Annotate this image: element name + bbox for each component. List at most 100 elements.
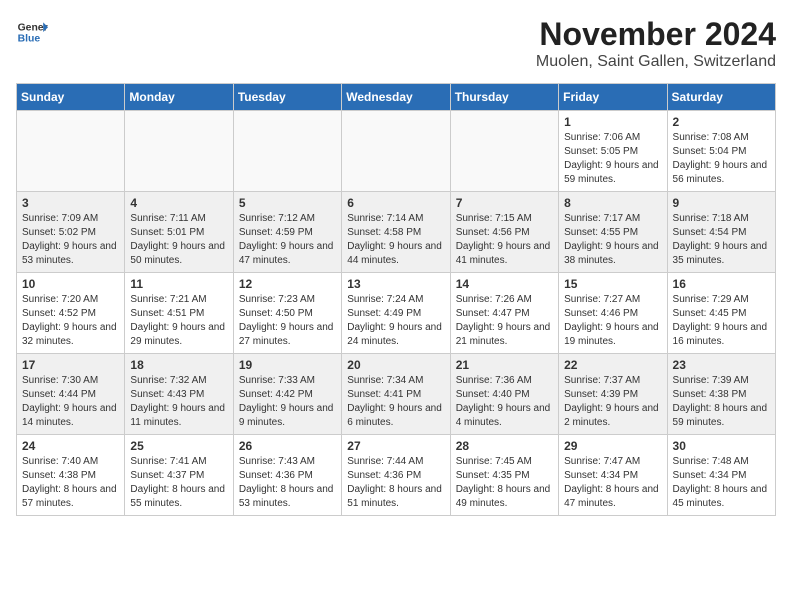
calendar-cell: 30 Sunrise: 7:48 AM Sunset: 4:34 PM Dayli… <box>667 435 775 516</box>
day-number: 7 <box>456 196 553 210</box>
page-header: General Blue November 2024 Muolen, Saint… <box>16 16 776 71</box>
calendar-cell: 28 Sunrise: 7:45 AM Sunset: 4:35 PM Dayli… <box>450 435 558 516</box>
day-number: 22 <box>564 358 661 372</box>
day-info: Sunrise: 7:32 AM Sunset: 4:43 PM Dayligh… <box>130 374 227 430</box>
logo: General Blue <box>16 16 48 48</box>
day-number: 29 <box>564 439 661 453</box>
title-section: November 2024 Muolen, Saint Gallen, Swit… <box>536 16 776 71</box>
day-info: Sunrise: 7:47 AM Sunset: 4:34 PM Dayligh… <box>564 455 661 511</box>
day-number: 2 <box>673 115 770 129</box>
calendar-cell: 21Sunrise: 7:36 AM Sunset: 4:40 PM Dayli… <box>450 354 558 435</box>
day-info: Sunrise: 7:33 AM Sunset: 4:42 PM Dayligh… <box>239 374 336 430</box>
calendar-cell: 19 Sunrise: 7:33 AM Sunset: 4:42 PM Dayli… <box>233 354 341 435</box>
calendar-cell <box>233 111 341 192</box>
day-info: Sunrise: 7:44 AM Sunset: 4:36 PM Dayligh… <box>347 455 444 511</box>
day-number: 13 <box>347 277 444 291</box>
calendar-cell: 20 Sunrise: 7:34 AM Sunset: 4:41 PM Dayli… <box>342 354 450 435</box>
calendar-cell: 26 Sunrise: 7:43 AM Sunset: 4:36 PM Dayli… <box>233 435 341 516</box>
calendar-cell: 27 Sunrise: 7:44 AM Sunset: 4:36 PM Dayli… <box>342 435 450 516</box>
day-number: 16 <box>673 277 770 291</box>
day-number: 15 <box>564 277 661 291</box>
day-number: 11 <box>130 277 227 291</box>
location-title: Muolen, Saint Gallen, Switzerland <box>536 53 776 71</box>
day-info: Sunrise: 7:45 AM Sunset: 4:35 PM Dayligh… <box>456 455 553 511</box>
day-number: 19 <box>239 358 336 372</box>
calendar-cell <box>17 111 125 192</box>
week-row-2: 3Sunrise: 7:09 AM Sunset: 5:02 PM Daylig… <box>17 192 776 273</box>
day-number: 25 <box>130 439 227 453</box>
calendar-cell: 23Sunrise: 7:39 AM Sunset: 4:38 PM Dayli… <box>667 354 775 435</box>
day-number: 24 <box>22 439 119 453</box>
day-number: 21 <box>456 358 553 372</box>
weekday-header-thursday: Thursday <box>450 84 558 111</box>
day-info: Sunrise: 7:48 AM Sunset: 4:34 PM Dayligh… <box>673 455 770 511</box>
day-number: 12 <box>239 277 336 291</box>
day-info: Sunrise: 7:15 AM Sunset: 4:56 PM Dayligh… <box>456 212 553 268</box>
calendar-cell: 12 Sunrise: 7:23 AM Sunset: 4:50 PM Dayli… <box>233 273 341 354</box>
calendar-cell <box>450 111 558 192</box>
calendar-cell: 10Sunrise: 7:20 AM Sunset: 4:52 PM Dayli… <box>17 273 125 354</box>
day-info: Sunrise: 7:14 AM Sunset: 4:58 PM Dayligh… <box>347 212 444 268</box>
calendar-table: SundayMondayTuesdayWednesdayThursdayFrid… <box>16 83 776 516</box>
calendar-cell: 14 Sunrise: 7:26 AM Sunset: 4:47 PM Dayli… <box>450 273 558 354</box>
day-number: 18 <box>130 358 227 372</box>
calendar-cell: 13Sunrise: 7:24 AM Sunset: 4:49 PM Dayli… <box>342 273 450 354</box>
day-info: Sunrise: 7:17 AM Sunset: 4:55 PM Dayligh… <box>564 212 661 268</box>
day-info: Sunrise: 7:40 AM Sunset: 4:38 PM Dayligh… <box>22 455 119 511</box>
calendar-cell: 17Sunrise: 7:30 AM Sunset: 4:44 PM Dayli… <box>17 354 125 435</box>
day-number: 4 <box>130 196 227 210</box>
day-number: 27 <box>347 439 444 453</box>
week-row-1: 1 Sunrise: 7:06 AM Sunset: 5:05 PM Daylig… <box>17 111 776 192</box>
month-title: November 2024 <box>536 16 776 53</box>
calendar-cell: 24 Sunrise: 7:40 AM Sunset: 4:38 PM Dayli… <box>17 435 125 516</box>
day-info: Sunrise: 7:23 AM Sunset: 4:50 PM Dayligh… <box>239 293 336 349</box>
day-number: 9 <box>673 196 770 210</box>
day-info: Sunrise: 7:29 AM Sunset: 4:45 PM Dayligh… <box>673 293 770 349</box>
day-number: 28 <box>456 439 553 453</box>
weekday-header-wednesday: Wednesday <box>342 84 450 111</box>
calendar-cell: 1 Sunrise: 7:06 AM Sunset: 5:05 PM Daylig… <box>559 111 667 192</box>
calendar-cell: 7 Sunrise: 7:15 AM Sunset: 4:56 PM Daylig… <box>450 192 558 273</box>
day-number: 23 <box>673 358 770 372</box>
day-info: Sunrise: 7:08 AM Sunset: 5:04 PM Dayligh… <box>673 131 770 187</box>
day-number: 17 <box>22 358 119 372</box>
day-number: 3 <box>22 196 119 210</box>
day-info: Sunrise: 7:06 AM Sunset: 5:05 PM Dayligh… <box>564 131 661 187</box>
day-number: 30 <box>673 439 770 453</box>
day-number: 6 <box>347 196 444 210</box>
weekday-header-monday: Monday <box>125 84 233 111</box>
calendar-cell <box>125 111 233 192</box>
day-number: 26 <box>239 439 336 453</box>
calendar-cell: 16 Sunrise: 7:29 AM Sunset: 4:45 PM Dayli… <box>667 273 775 354</box>
weekday-header-row: SundayMondayTuesdayWednesdayThursdayFrid… <box>17 84 776 111</box>
day-number: 14 <box>456 277 553 291</box>
day-info: Sunrise: 7:12 AM Sunset: 4:59 PM Dayligh… <box>239 212 336 268</box>
calendar-cell: 15 Sunrise: 7:27 AM Sunset: 4:46 PM Dayli… <box>559 273 667 354</box>
day-info: Sunrise: 7:26 AM Sunset: 4:47 PM Dayligh… <box>456 293 553 349</box>
calendar-cell: 18 Sunrise: 7:32 AM Sunset: 4:43 PM Dayli… <box>125 354 233 435</box>
day-number: 10 <box>22 277 119 291</box>
calendar-cell: 3Sunrise: 7:09 AM Sunset: 5:02 PM Daylig… <box>17 192 125 273</box>
calendar-cell: 8 Sunrise: 7:17 AM Sunset: 4:55 PM Daylig… <box>559 192 667 273</box>
calendar-cell <box>342 111 450 192</box>
day-info: Sunrise: 7:27 AM Sunset: 4:46 PM Dayligh… <box>564 293 661 349</box>
day-info: Sunrise: 7:34 AM Sunset: 4:41 PM Dayligh… <box>347 374 444 430</box>
calendar-cell: 5 Sunrise: 7:12 AM Sunset: 4:59 PM Daylig… <box>233 192 341 273</box>
day-number: 8 <box>564 196 661 210</box>
calendar-cell: 4Sunrise: 7:11 AM Sunset: 5:01 PM Daylig… <box>125 192 233 273</box>
weekday-header-tuesday: Tuesday <box>233 84 341 111</box>
day-info: Sunrise: 7:41 AM Sunset: 4:37 PM Dayligh… <box>130 455 227 511</box>
day-number: 5 <box>239 196 336 210</box>
day-info: Sunrise: 7:43 AM Sunset: 4:36 PM Dayligh… <box>239 455 336 511</box>
calendar-cell: 25 Sunrise: 7:41 AM Sunset: 4:37 PM Dayli… <box>125 435 233 516</box>
week-row-3: 10Sunrise: 7:20 AM Sunset: 4:52 PM Dayli… <box>17 273 776 354</box>
weekday-header-saturday: Saturday <box>667 84 775 111</box>
weekday-header-sunday: Sunday <box>17 84 125 111</box>
calendar-cell: 29 Sunrise: 7:47 AM Sunset: 4:34 PM Dayli… <box>559 435 667 516</box>
day-number: 20 <box>347 358 444 372</box>
day-info: Sunrise: 7:21 AM Sunset: 4:51 PM Dayligh… <box>130 293 227 349</box>
week-row-4: 17Sunrise: 7:30 AM Sunset: 4:44 PM Dayli… <box>17 354 776 435</box>
calendar-cell: 22Sunrise: 7:37 AM Sunset: 4:39 PM Dayli… <box>559 354 667 435</box>
calendar-cell: 2 Sunrise: 7:08 AM Sunset: 5:04 PM Daylig… <box>667 111 775 192</box>
day-number: 1 <box>564 115 661 129</box>
